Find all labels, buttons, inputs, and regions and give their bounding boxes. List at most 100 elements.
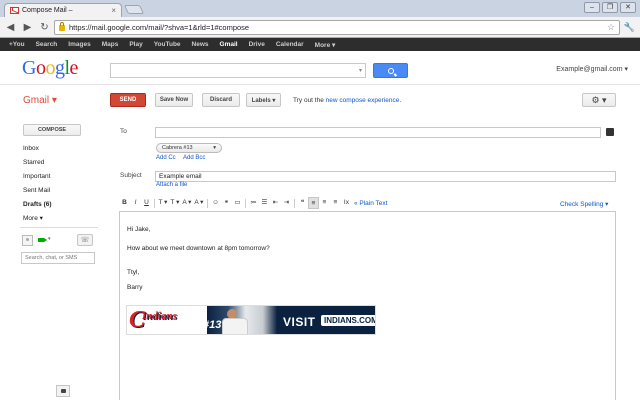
sidebar-item-sent[interactable]: Sent Mail xyxy=(23,187,50,194)
bold-button[interactable]: B xyxy=(119,197,130,209)
bookmark-star-icon[interactable]: ☆ xyxy=(607,22,615,33)
highlight-button[interactable]: A ▾ xyxy=(193,197,205,209)
save-now-button[interactable]: Save Now xyxy=(155,93,193,107)
address-url: https://mail.google.com/mail/?shva=1&rld… xyxy=(69,22,250,32)
add-bcc-link[interactable]: Add Bcc xyxy=(183,155,205,161)
underline-button[interactable]: U xyxy=(141,197,152,209)
send-button[interactable]: SEND xyxy=(110,93,146,107)
google-bar: +You Search Images Maps Play YouTube News Gmail… xyxy=(0,38,640,51)
account-menu[interactable]: Example@gmail.com ▾ xyxy=(556,65,628,73)
align-center-button[interactable]: ≡ xyxy=(319,197,330,209)
align-left-button[interactable]: ≡ xyxy=(307,197,319,209)
outdent-button[interactable]: ⇤ xyxy=(270,197,281,209)
player-number: #13 xyxy=(203,319,222,331)
font-button[interactable]: T ▾ xyxy=(157,197,169,209)
chat-bubble-icon[interactable] xyxy=(56,385,70,397)
promo-prefix: Try out the xyxy=(293,97,326,104)
plain-text-link[interactable]: « Plain Text xyxy=(354,200,387,207)
search-options-icon[interactable]: ▾ xyxy=(359,67,362,74)
video-chat-icon[interactable] xyxy=(38,238,47,242)
new-compose-link[interactable]: new compose experience xyxy=(326,97,400,104)
indent-button[interactable]: ⇥ xyxy=(281,197,292,209)
maximize-button[interactable]: ❐ xyxy=(602,2,618,13)
browser-toolbar: ◀ ▶ ↻ https://mail.google.com/mail/?shva… xyxy=(0,17,640,38)
wrench-menu-icon[interactable]: 🔧 xyxy=(622,20,637,35)
sidebar-item-starred[interactable]: Starred xyxy=(23,159,44,166)
quote-button[interactable]: ❝ xyxy=(297,197,308,209)
sidebar-item-inbox[interactable]: Inbox xyxy=(23,145,39,152)
check-spelling-button[interactable]: Check Spelling ▾ xyxy=(560,200,608,208)
address-bar[interactable]: https://mail.google.com/mail/?shva=1&rld… xyxy=(54,19,620,35)
settings-gear-button[interactable]: ⚙ ▾ xyxy=(582,93,616,107)
to-field[interactable] xyxy=(155,127,601,138)
body-line: Hi Jake, xyxy=(127,226,151,233)
logo-letter: g xyxy=(54,57,65,79)
gbar-item[interactable]: +You xyxy=(9,41,25,48)
subject-field[interactable]: Example email xyxy=(155,171,616,182)
gmail-menu[interactable]: Gmail ▾ xyxy=(23,95,57,106)
forward-button[interactable]: ▶ xyxy=(20,20,35,35)
video-chat-caret-icon[interactable]: ▾ xyxy=(48,236,51,242)
tab-title: Compose Mail – xyxy=(22,7,73,14)
add-cc-link[interactable]: Add Cc xyxy=(156,155,176,161)
labels-button[interactable]: Labels ▾ xyxy=(246,93,281,107)
logo-letter: o xyxy=(45,57,55,79)
gbar-item[interactable]: Search xyxy=(36,41,58,48)
gbar-item[interactable]: Drive xyxy=(249,41,265,48)
sidebar-item-more[interactable]: More ▾ xyxy=(23,214,43,222)
sidebar-item-important[interactable]: Important xyxy=(23,173,50,180)
message-body-editor[interactable]: Hi Jake, How about we meet downtown at 8… xyxy=(119,211,616,400)
tab-close-icon[interactable]: × xyxy=(111,6,116,15)
header-divider xyxy=(0,84,640,85)
link-button[interactable]: ⚭ xyxy=(221,197,232,209)
google-logo[interactable]: Google xyxy=(22,57,78,80)
mail-search-input[interactable]: ▾ xyxy=(110,63,366,78)
window-controls: – ❐ ✕ xyxy=(584,2,636,13)
chat-avatar-icon[interactable] xyxy=(22,235,33,246)
close-window-button[interactable]: ✕ xyxy=(620,2,636,13)
bulleted-list-button[interactable]: ☰ xyxy=(259,197,270,209)
logo-letter: o xyxy=(35,57,46,79)
new-tab-button[interactable] xyxy=(123,5,145,14)
align-right-button[interactable]: ≡ xyxy=(330,197,341,209)
text-color-button[interactable]: A ▾ xyxy=(181,197,193,209)
sidebar-divider xyxy=(20,227,98,228)
gbar-item[interactable]: Calendar xyxy=(276,41,304,48)
compose-button[interactable]: COMPOSE xyxy=(23,124,81,136)
formatting-toolbar: BIUT ▾ T ▾ A ▾ A ▾ ☺ ⚭ ▭ ≔ ☰ ⇤ ⇥ ❝ ≡ ≡ ≡ Ix « Plain Text xyxy=(119,196,616,210)
remove-formatting-button[interactable]: Ix xyxy=(341,197,352,209)
subject-label: Subject xyxy=(120,172,142,179)
player-jersey xyxy=(222,318,248,334)
phone-call-button[interactable]: ☏ xyxy=(77,234,93,246)
font-size-button[interactable]: T ▾ xyxy=(169,197,181,209)
sidebar-item-drafts[interactable]: Drafts (6) xyxy=(23,201,52,208)
body-line: Barry xyxy=(127,284,143,291)
gbar-item[interactable]: Maps xyxy=(102,41,119,48)
gbar-item[interactable]: YouTube xyxy=(154,41,181,48)
gbar-item[interactable]: More ▾ xyxy=(315,41,336,49)
browser-tab[interactable]: Compose Mail – × xyxy=(4,3,122,17)
emoji-button[interactable]: ☺ xyxy=(210,197,221,209)
gbar-item[interactable]: Play xyxy=(129,41,142,48)
italic-button[interactable]: I xyxy=(130,197,141,209)
reload-button[interactable]: ↻ xyxy=(37,20,52,35)
search-button[interactable] xyxy=(373,63,408,78)
numbered-list-button[interactable]: ≔ xyxy=(248,197,259,209)
discard-button[interactable]: Discard xyxy=(202,93,240,107)
toolbar-separator xyxy=(154,198,155,208)
body-line: Ttyl, xyxy=(127,269,140,276)
minimize-button[interactable]: – xyxy=(584,2,600,13)
back-button[interactable]: ◀ xyxy=(3,20,18,35)
gbar-item[interactable]: News xyxy=(192,41,209,48)
chat-search-input[interactable] xyxy=(21,252,95,264)
indians-logo: C Indians xyxy=(127,306,211,334)
image-button[interactable]: ▭ xyxy=(232,197,243,209)
gbar-item[interactable]: Images xyxy=(68,41,90,48)
logo-letter: G xyxy=(22,57,36,79)
contacts-picker-icon[interactable] xyxy=(606,128,614,136)
attach-file-link[interactable]: Attach a file xyxy=(156,182,187,188)
from-select[interactable]: Cabrera #13 ▾ xyxy=(156,143,222,153)
gbar-item[interactable]: Gmail xyxy=(220,41,238,48)
signature-banner-image[interactable]: C Indians #13 VISIT INDIANS.COM xyxy=(126,305,376,335)
gmail-favicon-icon xyxy=(10,7,19,14)
